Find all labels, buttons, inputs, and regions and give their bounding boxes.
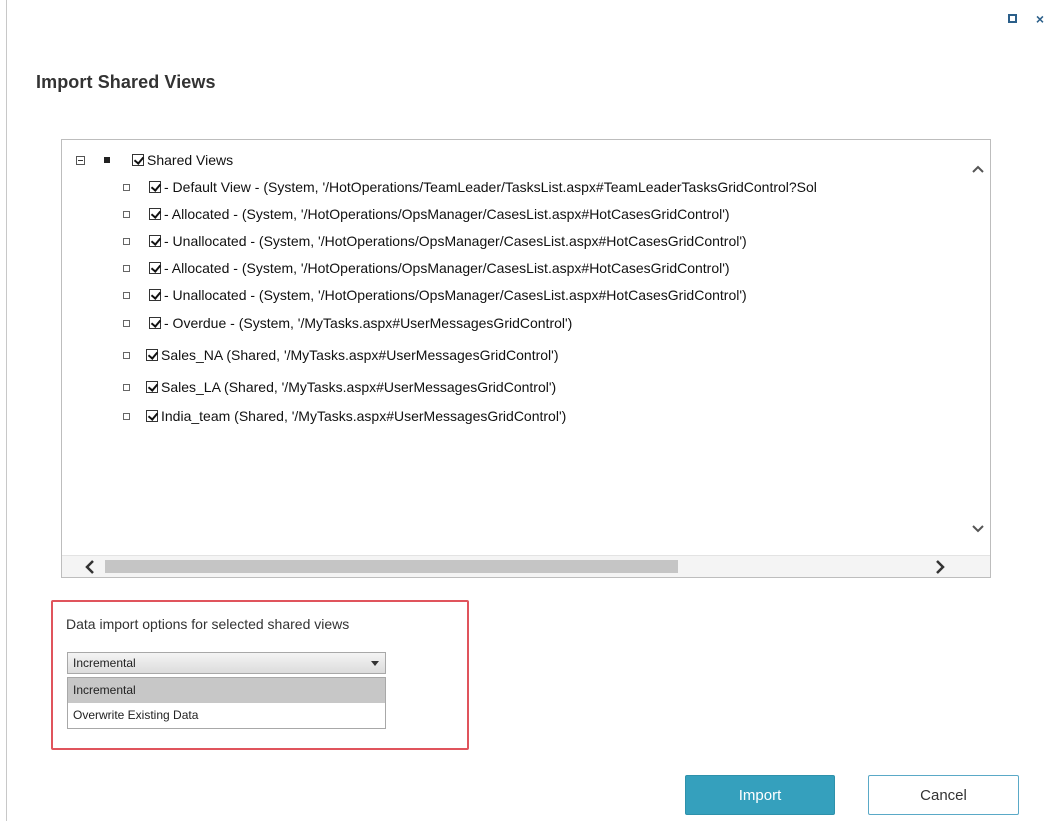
dropdown-option-overwrite[interactable]: Overwrite Existing Data (68, 703, 385, 728)
item-checkbox[interactable] (149, 181, 161, 193)
item-checkbox[interactable] (149, 235, 161, 247)
expand-icon[interactable] (123, 183, 130, 191)
scroll-up-icon[interactable] (971, 162, 985, 176)
tree-item[interactable]: Sales_NA (Shared, '/MyTasks.aspx#UserMes… (123, 344, 559, 366)
import-mode-selected: Incremental (73, 656, 136, 670)
item-checkbox[interactable] (146, 381, 158, 393)
dropdown-option-incremental[interactable]: Incremental (68, 678, 385, 703)
vertical-scrollbar[interactable] (966, 140, 990, 556)
expand-icon[interactable] (123, 319, 130, 327)
expand-icon[interactable] (123, 210, 130, 218)
tree-item-label: - Allocated - (System, '/HotOperations/O… (164, 260, 730, 276)
scroll-left-icon[interactable] (82, 559, 98, 575)
horizontal-scrollbar[interactable] (62, 555, 990, 577)
item-checkbox[interactable] (149, 262, 161, 274)
import-mode-select[interactable]: Incremental (67, 652, 386, 674)
tree-item[interactable]: Sales_LA (Shared, '/MyTasks.aspx#UserMes… (123, 376, 556, 398)
root-checkbox[interactable] (132, 154, 144, 166)
shared-views-tree[interactable]: Shared Views - Default View - (System, '… (61, 139, 991, 578)
tree-item[interactable]: - Allocated - (System, '/HotOperations/O… (123, 257, 730, 279)
tree-item[interactable]: - Unallocated - (System, '/HotOperations… (123, 230, 747, 252)
expand-icon[interactable] (123, 383, 130, 391)
tree-item-label: - Allocated - (System, '/HotOperations/O… (164, 206, 730, 222)
node-bullet-icon (104, 157, 110, 163)
import-options-panel: Data import options for selected shared … (51, 600, 469, 750)
tree-item-label: - Default View - (System, '/HotOperation… (164, 179, 817, 195)
tree-root-label: Shared Views (147, 152, 234, 168)
chevron-down-icon (371, 661, 379, 666)
item-checkbox[interactable] (149, 317, 161, 329)
window-left-border (6, 0, 7, 821)
maximize-button[interactable] (1003, 10, 1021, 28)
cancel-button[interactable]: Cancel (868, 775, 1019, 815)
tree-item-label: Sales_NA (Shared, '/MyTasks.aspx#UserMes… (161, 347, 559, 363)
scroll-down-icon[interactable] (971, 522, 985, 536)
tree-item-label: - Unallocated - (System, '/HotOperations… (164, 287, 747, 303)
tree-item[interactable]: - Unallocated - (System, '/HotOperations… (123, 284, 747, 306)
item-checkbox[interactable] (146, 349, 158, 361)
tree-item[interactable]: India_team (Shared, '/MyTasks.aspx#UserM… (123, 405, 566, 427)
item-checkbox[interactable] (146, 410, 158, 422)
scroll-right-icon[interactable] (932, 559, 948, 575)
expand-icon[interactable] (123, 412, 130, 420)
tree-item-label: - Overdue - (System, '/MyTasks.aspx#User… (164, 315, 573, 331)
expand-icon[interactable] (123, 237, 130, 245)
tree-item-label: Sales_LA (Shared, '/MyTasks.aspx#UserMes… (161, 379, 557, 395)
close-icon: × (1035, 11, 1045, 27)
maximize-icon (1007, 14, 1017, 23)
horizontal-scroll-thumb[interactable] (105, 560, 678, 573)
item-checkbox[interactable] (149, 289, 161, 301)
tree-item[interactable]: - Allocated - (System, '/HotOperations/O… (123, 203, 730, 225)
tree-item[interactable]: - Overdue - (System, '/MyTasks.aspx#User… (123, 312, 572, 334)
tree-root-row[interactable]: Shared Views (76, 149, 233, 171)
expand-icon[interactable] (123, 291, 130, 299)
close-button[interactable]: × (1031, 10, 1049, 28)
import-options-label: Data import options for selected shared … (66, 616, 350, 632)
tree-item-label: India_team (Shared, '/MyTasks.aspx#UserM… (161, 408, 567, 424)
expand-icon[interactable] (123, 264, 130, 272)
expand-icon[interactable] (123, 351, 130, 359)
tree-content: Shared Views - Default View - (System, '… (62, 140, 967, 556)
item-checkbox[interactable] (149, 208, 161, 220)
tree-item[interactable]: - Default View - (System, '/HotOperation… (123, 176, 817, 198)
collapse-icon[interactable] (76, 155, 85, 165)
dialog-title: Import Shared Views (36, 72, 216, 92)
tree-item-label: - Unallocated - (System, '/HotOperations… (164, 233, 747, 249)
import-mode-dropdown: Incremental Overwrite Existing Data (67, 677, 386, 729)
import-button[interactable]: Import (685, 775, 835, 815)
